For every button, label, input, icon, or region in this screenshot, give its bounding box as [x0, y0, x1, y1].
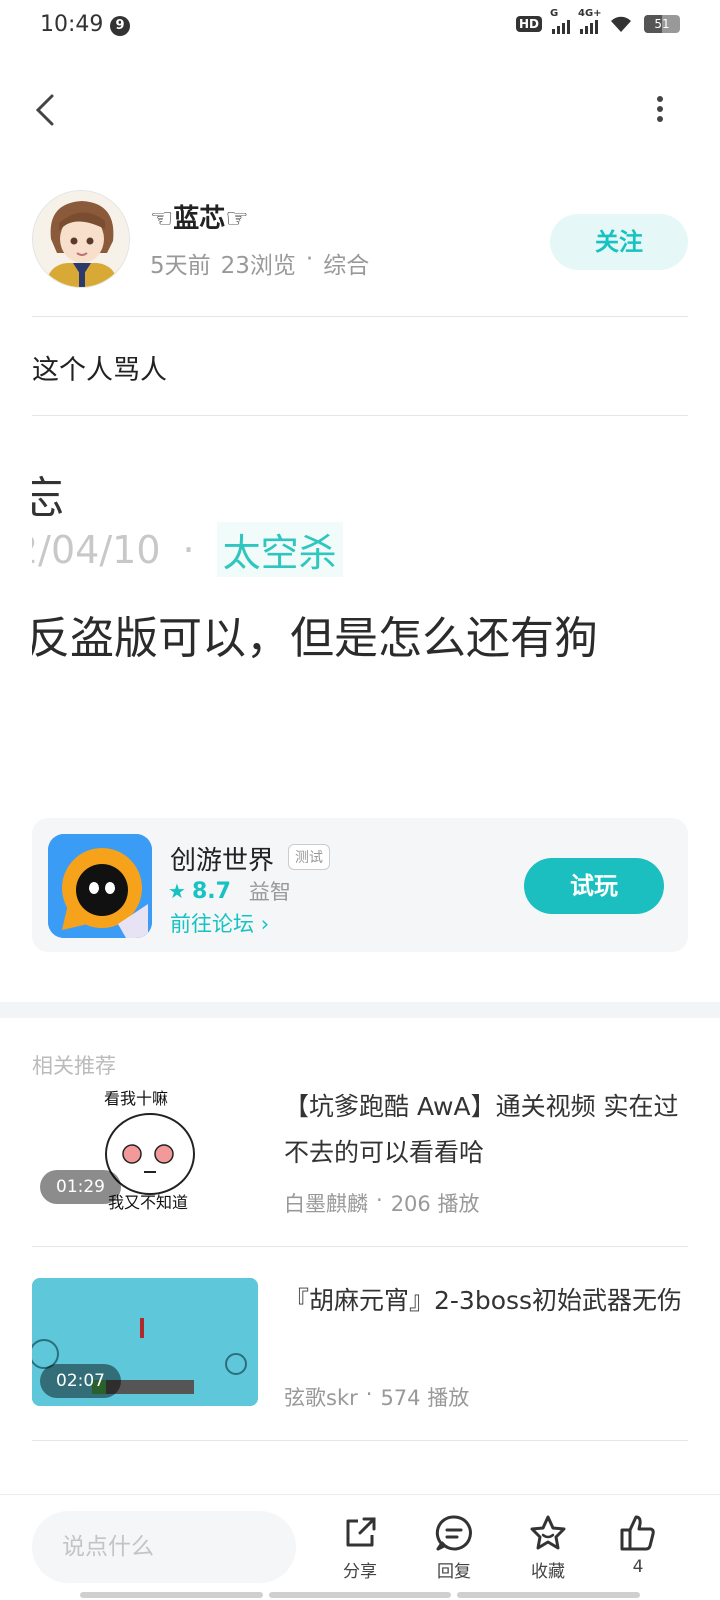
wifi-icon — [611, 16, 631, 32]
reply-button[interactable]: 回复 — [418, 1513, 490, 1582]
quoted-date: 2/04/10 — [32, 527, 161, 572]
status-bar: 10:49 9 HD G 4G+ 51 — [0, 0, 720, 56]
comment-input[interactable] — [32, 1511, 296, 1583]
like-button[interactable]: 4 — [602, 1513, 674, 1577]
comment-icon — [435, 1515, 472, 1551]
meta-separator: · — [305, 246, 314, 272]
favorite-button[interactable]: 收藏 — [512, 1513, 584, 1582]
quoted-separator: · — [182, 527, 195, 572]
favorite-label: 收藏 — [531, 1562, 565, 1582]
status-icons: HD G 4G+ 51 — [515, 8, 680, 34]
star-icon: ★ — [168, 879, 186, 903]
video-meta: 白墨麒麟 · 206 播放 — [284, 1188, 479, 1218]
reply-label: 回复 — [437, 1562, 471, 1582]
post-views: 23浏览 — [220, 253, 296, 279]
back-button[interactable] — [28, 90, 68, 130]
share-icon — [346, 1517, 376, 1547]
list-item[interactable]: 看我十嘛 我又不知道 01:29 【坑爹跑酷 AwA】通关视频 实在过不去的可以… — [32, 1084, 688, 1224]
video-duration: 02:07 — [40, 1364, 121, 1398]
star-outline-icon — [530, 1515, 566, 1550]
chevron-right-icon: › — [260, 912, 270, 936]
video-thumbnail[interactable]: 看我十嘛 我又不知道 01:29 — [32, 1084, 258, 1212]
post-image[interactable]: 忘 2/04/10 · 太空杀 反盗版可以，但是怎么还有狗 — [32, 450, 692, 690]
video-title[interactable]: 【坑爹跑酷 AwA】通关视频 实在过不去的可以看看哈 — [284, 1084, 688, 1176]
bottom-action-bar: 分享 回复 收藏 4 — [0, 1494, 720, 1600]
post-time: 5天前 — [150, 253, 211, 279]
game-genre: 益智 — [248, 880, 291, 904]
video-author: 白墨麒麟 — [284, 1192, 368, 1216]
hd-icon: HD — [515, 16, 542, 32]
author-row: ☜蓝芯☞ 5天前 23浏览 · 综合 关注 — [32, 190, 688, 290]
game-name: 创游世界 — [170, 846, 275, 876]
forum-link-label: 前往论坛 — [170, 912, 254, 936]
quoted-meta: 2/04/10 · 太空杀 — [32, 522, 343, 577]
divider — [32, 1246, 688, 1247]
battery-icon: 51 — [644, 15, 680, 33]
more-options-button[interactable] — [650, 92, 670, 128]
list-item[interactable]: 02:07 『胡麻元宵』2-3boss初始武器无伤 弦歌skr · 574 播放 — [32, 1278, 688, 1418]
svg-text:看我十嘛: 看我十嘛 — [104, 1089, 168, 1108]
video-thumbnail[interactable]: 02:07 — [32, 1278, 258, 1406]
video-duration: 01:29 — [40, 1170, 121, 1204]
meta-separator: · — [376, 1188, 383, 1212]
divider — [32, 1440, 688, 1441]
author-name[interactable]: ☜蓝芯☞ — [150, 198, 249, 235]
notification-badge: 9 — [110, 16, 130, 36]
thumbs-up-icon — [620, 1515, 655, 1551]
battery-level: 51 — [654, 17, 670, 31]
post-title: 这个人骂人 — [32, 355, 167, 386]
game-icon — [48, 834, 152, 938]
post-meta: 5天前 23浏览 · 综合 — [150, 246, 369, 280]
like-count: 4 — [632, 1557, 644, 1577]
status-time: 10:49 — [40, 12, 104, 37]
signal-label: G — [550, 8, 559, 19]
svg-text:我又不知道: 我又不知道 — [108, 1193, 188, 1212]
section-divider — [0, 1002, 720, 1018]
recommendations-header: 相关推荐 — [32, 1054, 116, 1078]
quoted-heading: 忘 — [32, 473, 64, 524]
play-button[interactable]: 试玩 — [524, 858, 664, 914]
share-label: 分享 — [343, 1562, 377, 1582]
video-plays: 574 播放 — [380, 1386, 470, 1410]
game-rating: ★ 8.7 益智 — [168, 876, 291, 906]
signal-icon-2: 4G+ — [578, 8, 602, 34]
avatar[interactable] — [32, 190, 130, 288]
divider — [32, 316, 688, 317]
video-meta: 弦歌skr · 574 播放 — [284, 1382, 469, 1412]
quoted-tag: 太空杀 — [216, 522, 343, 577]
quoted-text: 反盗版可以，但是怎么还有狗 — [32, 613, 598, 664]
follow-button[interactable]: 关注 — [550, 214, 688, 270]
home-indicator — [80, 1592, 641, 1598]
rating-value: 8.7 — [191, 878, 231, 904]
avatar-image — [33, 191, 129, 287]
video-title[interactable]: 『胡麻元宵』2-3boss初始武器无伤 — [284, 1278, 688, 1370]
share-button[interactable]: 分享 — [324, 1513, 396, 1582]
divider — [32, 415, 688, 416]
chevron-left-icon — [35, 94, 54, 126]
video-plays: 206 播放 — [390, 1192, 480, 1216]
top-bar — [0, 80, 720, 140]
meta-separator: · — [365, 1382, 373, 1406]
post-category: 综合 — [323, 253, 370, 279]
game-card[interactable]: 创游世界 测试 ★ 8.7 益智 前往论坛 › 试玩 — [32, 818, 688, 952]
signal-label-2: 4G+ — [578, 8, 602, 19]
video-author: 弦歌skr — [284, 1386, 358, 1410]
signal-icon: G — [550, 8, 570, 34]
forum-link[interactable]: 前往论坛 › — [170, 908, 269, 938]
test-badge: 测试 — [288, 844, 330, 870]
